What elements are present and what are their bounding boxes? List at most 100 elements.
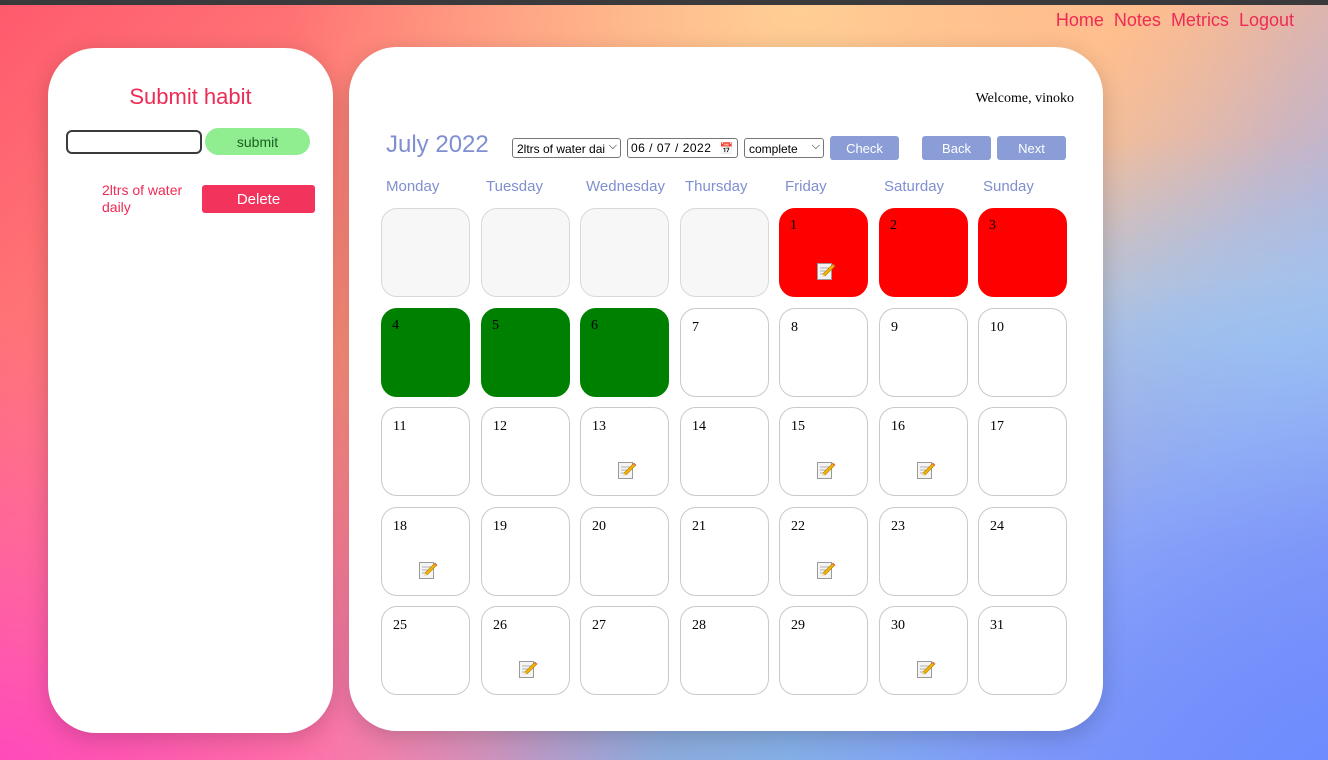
calendar-day-cell[interactable]: 16 bbox=[879, 407, 968, 496]
nav-home-link[interactable]: Home bbox=[1056, 10, 1104, 31]
calendar-day-cell[interactable]: 27 bbox=[580, 606, 669, 695]
day-number: 5 bbox=[492, 318, 499, 333]
calendar-empty-cell bbox=[580, 208, 669, 297]
day-number: 6 bbox=[591, 318, 598, 333]
day-number: 1 bbox=[790, 218, 797, 233]
calendar-day-cell[interactable]: 25 bbox=[381, 606, 470, 695]
note-pencil-icon[interactable] bbox=[916, 460, 936, 480]
month-title: July 2022 bbox=[386, 131, 489, 158]
day-number: 25 bbox=[393, 618, 407, 633]
calendar-empty-cell bbox=[680, 208, 769, 297]
note-pencil-icon[interactable] bbox=[816, 560, 836, 580]
nav-logout-link[interactable]: Logout bbox=[1239, 10, 1294, 31]
submit-habit-button[interactable]: submit bbox=[205, 128, 310, 155]
day-number: 23 bbox=[891, 519, 905, 534]
calendar-card: Welcome, vinoko July 2022 2ltrs of water… bbox=[349, 47, 1103, 731]
date-input-value: 06 / 07 / 2022 bbox=[631, 141, 712, 155]
day-number: 26 bbox=[493, 618, 507, 633]
calendar-day-cell[interactable]: 15 bbox=[779, 407, 868, 496]
calendar-day-cell[interactable]: 2 bbox=[879, 208, 968, 297]
day-number: 2 bbox=[890, 218, 897, 233]
habit-select-value: 2ltrs of water dai bbox=[517, 142, 605, 156]
nav-notes-link[interactable]: Notes bbox=[1114, 10, 1161, 31]
calendar-day-cell[interactable]: 19 bbox=[481, 507, 570, 596]
calendar-day-cell[interactable]: 29 bbox=[779, 606, 868, 695]
calendar-day-cell[interactable]: 1 bbox=[779, 208, 868, 297]
weekday-thursday: Thursday bbox=[685, 178, 748, 195]
back-button[interactable]: Back bbox=[922, 136, 991, 160]
day-number: 3 bbox=[989, 218, 996, 233]
day-number: 19 bbox=[493, 519, 507, 534]
day-number: 22 bbox=[791, 519, 805, 534]
chevron-down-icon: ⌵ bbox=[608, 140, 617, 152]
note-pencil-icon[interactable] bbox=[816, 261, 836, 281]
calendar-day-cell[interactable]: 12 bbox=[481, 407, 570, 496]
chevron-down-icon: ⌵ bbox=[811, 140, 820, 152]
day-number: 20 bbox=[592, 519, 606, 534]
day-number: 16 bbox=[891, 419, 905, 434]
calendar-day-cell[interactable]: 9 bbox=[879, 308, 968, 397]
date-input[interactable]: 06 / 07 / 2022 📅 bbox=[627, 138, 738, 158]
day-number: 13 bbox=[592, 419, 606, 434]
calendar-day-cell[interactable]: 14 bbox=[680, 407, 769, 496]
weekday-wednesday: Wednesday bbox=[586, 178, 665, 195]
calendar-day-cell[interactable]: 20 bbox=[580, 507, 669, 596]
day-number: 27 bbox=[592, 618, 606, 633]
day-number: 11 bbox=[393, 419, 407, 434]
calendar-day-cell[interactable]: 11 bbox=[381, 407, 470, 496]
note-pencil-icon[interactable] bbox=[916, 659, 936, 679]
calendar-icon[interactable]: 📅 bbox=[720, 142, 734, 155]
calendar-day-cell[interactable]: 6 bbox=[580, 308, 669, 397]
window-top-bar bbox=[0, 0, 1328, 5]
top-nav: Home Notes Metrics Logout bbox=[1056, 10, 1294, 31]
day-number: 17 bbox=[990, 419, 1004, 434]
calendar-day-cell[interactable]: 22 bbox=[779, 507, 868, 596]
weekday-tuesday: Tuesday bbox=[486, 178, 543, 195]
calendar-day-cell[interactable]: 21 bbox=[680, 507, 769, 596]
calendar-day-cell[interactable]: 8 bbox=[779, 308, 868, 397]
calendar-empty-cell bbox=[481, 208, 570, 297]
submit-habit-title: Submit habit bbox=[129, 84, 252, 109]
calendar-day-cell[interactable]: 30 bbox=[879, 606, 968, 695]
calendar-day-cell[interactable]: 24 bbox=[978, 507, 1067, 596]
day-number: 18 bbox=[393, 519, 407, 534]
day-number: 15 bbox=[791, 419, 805, 434]
calendar-day-cell[interactable]: 18 bbox=[381, 507, 470, 596]
nav-metrics-link[interactable]: Metrics bbox=[1171, 10, 1229, 31]
calendar-day-cell[interactable]: 17 bbox=[978, 407, 1067, 496]
calendar-day-cell[interactable]: 5 bbox=[481, 308, 570, 397]
delete-habit-button[interactable]: Delete bbox=[202, 185, 315, 213]
calendar-empty-cell bbox=[381, 208, 470, 297]
calendar-day-cell[interactable]: 31 bbox=[978, 606, 1067, 695]
calendar-day-cell[interactable]: 4 bbox=[381, 308, 470, 397]
habit-name-input[interactable] bbox=[66, 130, 202, 154]
day-number: 14 bbox=[692, 419, 706, 434]
habit-sidebar-card: Submit habit submit 2ltrs of water daily… bbox=[48, 48, 333, 733]
day-number: 12 bbox=[493, 419, 507, 434]
day-number: 28 bbox=[692, 618, 706, 633]
calendar-day-cell[interactable]: 26 bbox=[481, 606, 570, 695]
day-number: 4 bbox=[392, 318, 399, 333]
calendar-day-cell[interactable]: 23 bbox=[879, 507, 968, 596]
calendar-day-cell[interactable]: 3 bbox=[978, 208, 1067, 297]
weekday-monday: Monday bbox=[386, 178, 440, 195]
calendar-day-cell[interactable]: 28 bbox=[680, 606, 769, 695]
next-button[interactable]: Next bbox=[997, 136, 1066, 160]
calendar-day-cell[interactable]: 13 bbox=[580, 407, 669, 496]
day-number: 24 bbox=[990, 519, 1004, 534]
day-number: 29 bbox=[791, 618, 805, 633]
habit-select[interactable]: 2ltrs of water dai ⌵ bbox=[512, 138, 621, 158]
status-select[interactable]: complete ⌵ bbox=[744, 138, 824, 158]
check-button[interactable]: Check bbox=[830, 136, 899, 160]
note-pencil-icon[interactable] bbox=[418, 560, 438, 580]
day-number: 31 bbox=[990, 618, 1004, 633]
day-number: 21 bbox=[692, 519, 706, 534]
calendar-day-cell[interactable]: 10 bbox=[978, 308, 1067, 397]
day-number: 9 bbox=[891, 320, 898, 335]
note-pencil-icon[interactable] bbox=[518, 659, 538, 679]
note-pencil-icon[interactable] bbox=[617, 460, 637, 480]
day-number: 8 bbox=[791, 320, 798, 335]
habit-list-item-name: 2ltrs of water daily bbox=[102, 182, 183, 215]
note-pencil-icon[interactable] bbox=[816, 460, 836, 480]
calendar-day-cell[interactable]: 7 bbox=[680, 308, 769, 397]
